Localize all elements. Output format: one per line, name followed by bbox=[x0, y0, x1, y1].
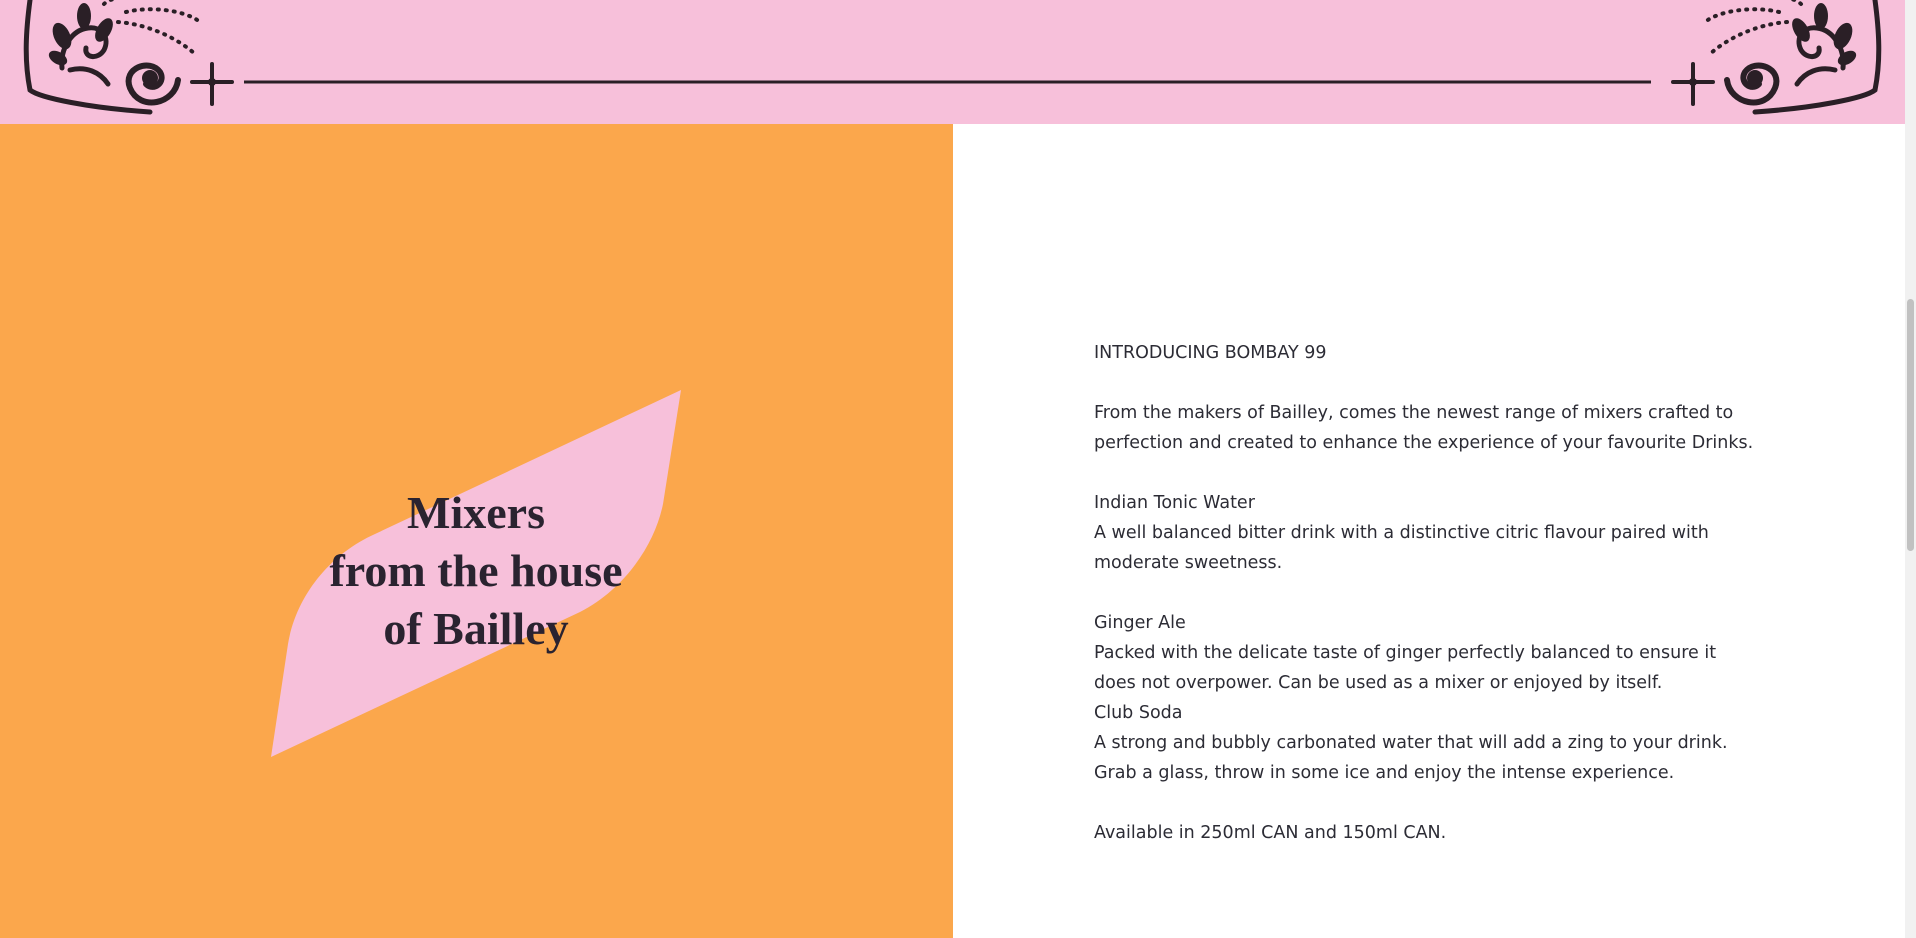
content-panel: INTRODUCING BOMBAY 99 From the makers of… bbox=[953, 124, 1905, 938]
hero-title-line-3: of Bailley bbox=[383, 603, 569, 654]
availability-note: Available in 250ml CAN and 150ml CAN. bbox=[1094, 823, 1447, 843]
hero-panel: Mixers from the house of Bailley bbox=[0, 124, 953, 938]
product-name: Indian Tonic Water bbox=[1094, 493, 1255, 513]
intro-description: From the makers of Bailley, comes the ne… bbox=[1094, 403, 1754, 453]
scrollbar-thumb[interactable] bbox=[1907, 299, 1914, 551]
product-name: Ginger Ale bbox=[1094, 613, 1186, 633]
decorative-banner bbox=[0, 0, 1905, 124]
product-description-text: A strong and bubbly carbonated water tha… bbox=[1094, 733, 1728, 783]
page: Mixers from the house of Bailley INTRODU… bbox=[0, 0, 1916, 938]
intro-heading: INTRODUCING BOMBAY 99 bbox=[1094, 343, 1327, 363]
hero-title: Mixers from the house of Bailley bbox=[300, 484, 652, 658]
product-description-text: A well balanced bitter drink with a dist… bbox=[1094, 523, 1709, 573]
right-ornament-icon bbox=[1671, 0, 1882, 115]
product-description-text: Packed with the delicate taste of ginger… bbox=[1094, 643, 1717, 693]
product-description: INTRODUCING BOMBAY 99 From the makers of… bbox=[1094, 338, 1754, 848]
product-name: Club Soda bbox=[1094, 703, 1183, 723]
banner-ornament bbox=[23, 0, 1882, 115]
hero-title-line-1: Mixers bbox=[407, 487, 545, 538]
vertical-scrollbar[interactable] bbox=[1905, 0, 1916, 938]
left-ornament-icon bbox=[23, 0, 234, 115]
hero-title-line-2: from the house bbox=[329, 545, 623, 596]
